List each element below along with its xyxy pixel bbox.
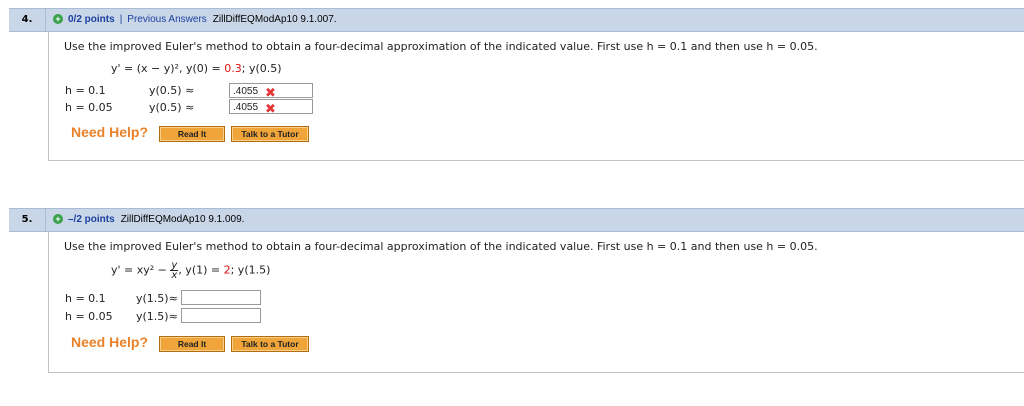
talk-to-tutor-button[interactable]: Talk to a Tutor xyxy=(231,126,309,142)
read-it-button[interactable]: Read It xyxy=(159,336,225,352)
question-5-body: Use the improved Euler's method to obtai… xyxy=(48,232,1024,373)
points-link[interactable]: 0/2 points xyxy=(68,14,115,25)
initial-value: 0.3 xyxy=(224,62,242,75)
initial-value: 2 xyxy=(223,263,231,277)
step-label-h1: h = 0.1 xyxy=(65,84,106,97)
answer-input-2[interactable] xyxy=(181,308,261,323)
incorrect-x-icon: ✖ xyxy=(265,102,276,117)
question-code: ZillDiffEQModAp10 9.1.009. xyxy=(120,214,245,225)
approx-label-2: y(0.5) ≈ xyxy=(149,101,195,114)
question-meta: +0/2 points | Previous Answers ZillDiffEQMo… xyxy=(53,9,337,31)
need-help-label: Need Help? xyxy=(71,124,149,140)
question-number: 5. xyxy=(9,209,46,231)
question-5-header: 5. + –/2 points ZillDiffEQModAp10 9.1.009. xyxy=(9,208,1024,232)
talk-to-tutor-button[interactable]: Talk to a Tutor xyxy=(231,336,309,352)
step-label-h1: h = 0.1 xyxy=(65,292,106,305)
equation: y' = xy² − yx, y(1) = 2; y(1.5) xyxy=(111,261,271,281)
question-4-body: Use the improved Euler's method to obtai… xyxy=(48,32,1024,161)
equation-prefix: y' = (x − y)², y(0) = xyxy=(111,62,225,75)
read-it-button[interactable]: Read It xyxy=(159,126,225,142)
question-meta: + –/2 points ZillDiffEQModAp10 9.1.009. xyxy=(53,209,244,231)
expand-plus-icon[interactable]: + xyxy=(53,14,63,25)
equation-mid: , y(1) = xyxy=(178,263,224,277)
equation-suffix: ; y(0.5) xyxy=(241,62,282,75)
separator: | xyxy=(119,14,123,25)
equation-suffix: ; y(1.5) xyxy=(230,263,271,277)
approx-label-1: y(1.5)≈ xyxy=(136,292,178,305)
answer-input-1[interactable] xyxy=(181,290,261,305)
question-prompt: Use the improved Euler's method to obtai… xyxy=(64,40,818,53)
question-code: ZillDiffEQModAp10 9.1.007. xyxy=(212,14,337,25)
question-number: 4. xyxy=(9,9,46,31)
expand-plus-icon[interactable]: + xyxy=(53,214,63,225)
approx-label-2: y(1.5)≈ xyxy=(136,310,178,323)
equation: y' = (x − y)², y(0) = 0.3; y(0.5) xyxy=(111,62,282,75)
step-label-h2: h = 0.05 xyxy=(65,101,113,114)
need-help-label: Need Help? xyxy=(71,334,149,350)
points-link[interactable]: –/2 points xyxy=(68,214,115,225)
step-label-h2: h = 0.05 xyxy=(65,310,113,323)
equation-prefix: y' = xy² − xyxy=(111,263,171,277)
question-prompt: Use the improved Euler's method to obtai… xyxy=(64,240,818,253)
approx-label-1: y(0.5) ≈ xyxy=(149,84,195,97)
question-4-header: 4. +0/2 points | Previous Answers ZillDiffE… xyxy=(9,8,1024,32)
previous-answers-link[interactable]: Previous Answers xyxy=(127,14,206,25)
